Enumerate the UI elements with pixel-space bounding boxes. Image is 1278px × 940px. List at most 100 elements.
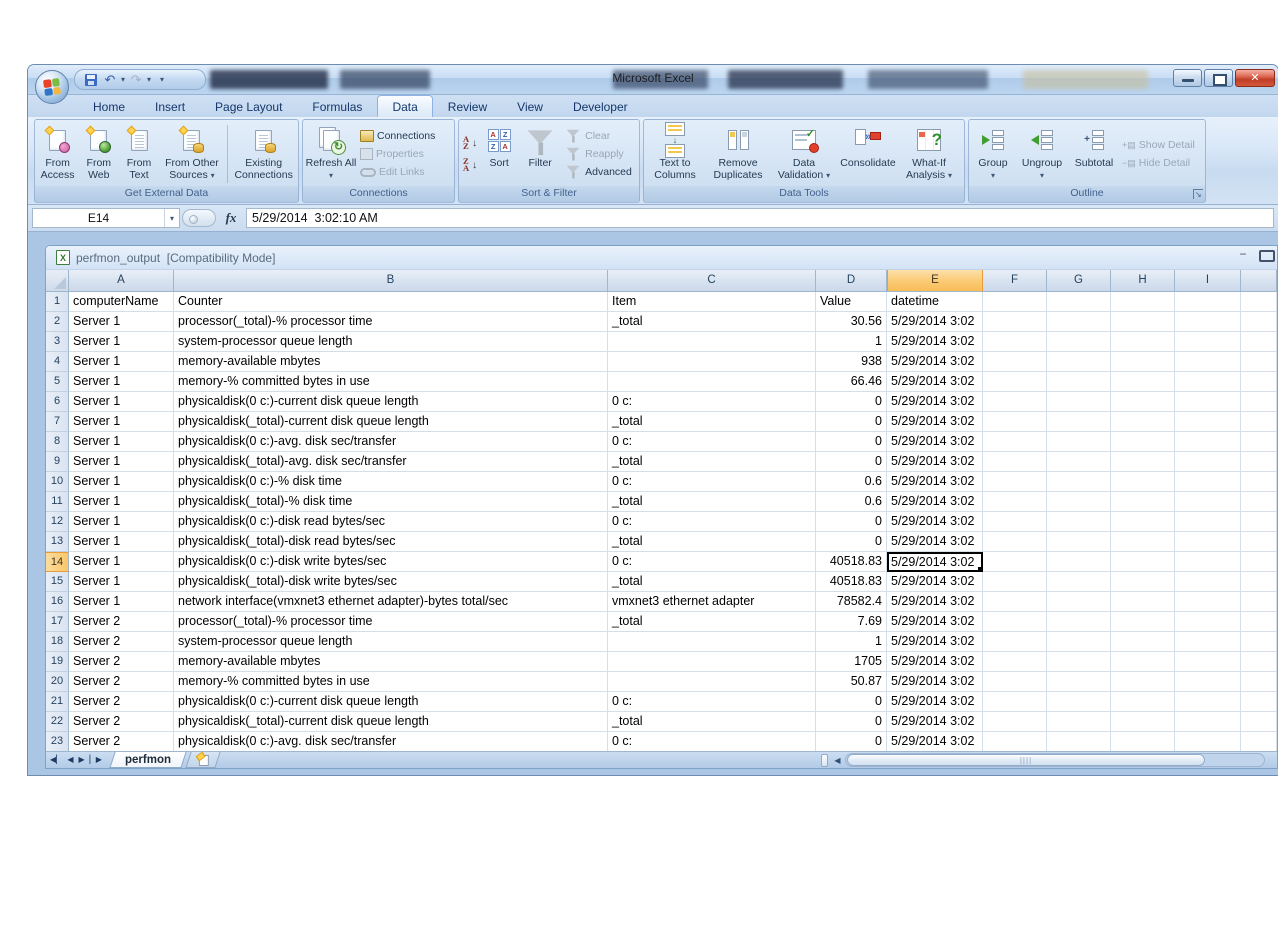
cell-I13[interactable] <box>1175 532 1241 552</box>
cell-E2[interactable]: 5/29/2014 3:02 <box>887 312 983 332</box>
cell-C16[interactable]: vmxnet3 ethernet adapter <box>608 592 816 612</box>
cell-H11[interactable] <box>1111 492 1175 512</box>
next-sheet-button[interactable]: ▶ <box>78 756 84 764</box>
cell-D21[interactable]: 0 <box>816 692 887 712</box>
cell-D12[interactable]: 0 <box>816 512 887 532</box>
cell-I23[interactable] <box>1175 732 1241 751</box>
cell-H8[interactable] <box>1111 432 1175 452</box>
cell-D9[interactable]: 0 <box>816 452 887 472</box>
cell-D3[interactable]: 1 <box>816 332 887 352</box>
cell-C14[interactable]: 0 c: <box>608 552 816 572</box>
cell-H15[interactable] <box>1111 572 1175 592</box>
cell-F5[interactable] <box>983 372 1047 392</box>
cell-A15[interactable]: Server 1 <box>69 572 174 592</box>
connections-button[interactable]: Connections <box>360 128 435 144</box>
cell-A19[interactable]: Server 2 <box>69 652 174 672</box>
horizontal-scrollbar[interactable]: |||| <box>845 753 1265 767</box>
cell-C7[interactable]: _total <box>608 412 816 432</box>
existing-connections-button[interactable]: Existing Connections <box>231 122 296 186</box>
from-web-button[interactable]: From Web <box>79 122 118 186</box>
cell-A11[interactable]: Server 1 <box>69 492 174 512</box>
cell-A21[interactable]: Server 2 <box>69 692 174 712</box>
cell-E8[interactable]: 5/29/2014 3:02 <box>887 432 983 452</box>
row-header-5[interactable]: 5 <box>46 372 69 392</box>
cell-A1[interactable]: computerName <box>69 292 174 312</box>
row-header-13[interactable]: 13 <box>46 532 69 552</box>
minimize-button[interactable] <box>1173 69 1202 87</box>
cell-B17[interactable]: processor(_total)-% processor time <box>174 612 608 632</box>
cell-B18[interactable]: system-processor queue length <box>174 632 608 652</box>
cell-C5[interactable] <box>608 372 816 392</box>
cell-E4[interactable]: 5/29/2014 3:02 <box>887 352 983 372</box>
formula-input[interactable]: 5/29/2014 3:02:10 AM <box>246 208 1274 228</box>
sort-ascending-button[interactable]: AZ ↓ <box>463 135 477 151</box>
from-access-button[interactable]: From Access <box>37 122 78 186</box>
clear-filter-button[interactable]: Clear <box>564 128 632 144</box>
hide-detail-button[interactable]: −▤ Hide Detail <box>1122 155 1195 171</box>
first-sheet-button[interactable]: ◀▏ <box>50 756 62 764</box>
cell-D11[interactable]: 0.6 <box>816 492 887 512</box>
column-header-D[interactable]: D <box>816 270 887 292</box>
cell-E20[interactable]: 5/29/2014 3:02 <box>887 672 983 692</box>
cell-G3[interactable] <box>1047 332 1111 352</box>
cell-H5[interactable] <box>1111 372 1175 392</box>
row-header-7[interactable]: 7 <box>46 412 69 432</box>
cell-C1[interactable]: Item <box>608 292 816 312</box>
cell-E15[interactable]: 5/29/2014 3:02 <box>887 572 983 592</box>
column-header-I[interactable]: I <box>1175 270 1241 292</box>
cell-G18[interactable] <box>1047 632 1111 652</box>
cell-H18[interactable] <box>1111 632 1175 652</box>
cell-E7[interactable]: 5/29/2014 3:02 <box>887 412 983 432</box>
cell-D18[interactable]: 1 <box>816 632 887 652</box>
cell-I17[interactable] <box>1175 612 1241 632</box>
cell-G10[interactable] <box>1047 472 1111 492</box>
row-header-16[interactable]: 16 <box>46 592 69 612</box>
ribbon-tab-data[interactable]: Data <box>377 95 432 118</box>
cell-A20[interactable]: Server 2 <box>69 672 174 692</box>
cell-A9[interactable]: Server 1 <box>69 452 174 472</box>
close-button[interactable] <box>1235 69 1275 87</box>
cell-F1[interactable] <box>983 292 1047 312</box>
save-button[interactable] <box>83 72 99 88</box>
cell-F6[interactable] <box>983 392 1047 412</box>
cell-D14[interactable]: 40518.83 <box>816 552 887 572</box>
row-header-1[interactable]: 1 <box>46 292 69 312</box>
tab-split-handle[interactable] <box>821 754 828 767</box>
cell-B10[interactable]: physicaldisk(0 c:)-% disk time <box>174 472 608 492</box>
cell-F21[interactable] <box>983 692 1047 712</box>
cell-G7[interactable] <box>1047 412 1111 432</box>
cell-C2[interactable]: _total <box>608 312 816 332</box>
cell-A22[interactable]: Server 2 <box>69 712 174 732</box>
cell-B14[interactable]: physicaldisk(0 c:)-disk write bytes/sec <box>174 552 608 572</box>
cell-A23[interactable]: Server 2 <box>69 732 174 751</box>
cell-D16[interactable]: 78582.4 <box>816 592 887 612</box>
cell-B2[interactable]: processor(_total)-% processor time <box>174 312 608 332</box>
cell-F18[interactable] <box>983 632 1047 652</box>
cell-G13[interactable] <box>1047 532 1111 552</box>
dialog-launcher-icon[interactable] <box>1193 189 1203 199</box>
cell-E9[interactable]: 5/29/2014 3:02 <box>887 452 983 472</box>
sort-descending-button[interactable]: ZA ↓ <box>463 157 477 173</box>
sheet-tab-perfmon[interactable]: perfmon <box>109 752 186 768</box>
row-header-14[interactable]: 14 <box>46 552 69 572</box>
ribbon-tab-home[interactable]: Home <box>78 95 140 118</box>
undo-dropdown[interactable]: ▾ <box>121 75 125 84</box>
cell-C23[interactable]: 0 c: <box>608 732 816 751</box>
properties-button[interactable]: Properties <box>360 146 435 162</box>
cell-E22[interactable]: 5/29/2014 3:02 <box>887 712 983 732</box>
cell-B3[interactable]: system-processor queue length <box>174 332 608 352</box>
cell-G5[interactable] <box>1047 372 1111 392</box>
cell-G9[interactable] <box>1047 452 1111 472</box>
what-if-analysis-button[interactable]: What-If Analysis ▾ <box>900 122 958 186</box>
show-detail-button[interactable]: +▤ Show Detail <box>1122 137 1195 153</box>
cell-I1[interactable] <box>1175 292 1241 312</box>
consolidate-button[interactable]: » Consolidate <box>837 122 899 186</box>
insert-worksheet-button[interactable] <box>185 752 220 768</box>
cell-F20[interactable] <box>983 672 1047 692</box>
cell-G21[interactable] <box>1047 692 1111 712</box>
cell-D23[interactable]: 0 <box>816 732 887 751</box>
sort-button[interactable]: AZZA Sort <box>480 122 518 186</box>
cell-I9[interactable] <box>1175 452 1241 472</box>
cell-H22[interactable] <box>1111 712 1175 732</box>
ribbon-tab-page-layout[interactable]: Page Layout <box>200 95 297 118</box>
